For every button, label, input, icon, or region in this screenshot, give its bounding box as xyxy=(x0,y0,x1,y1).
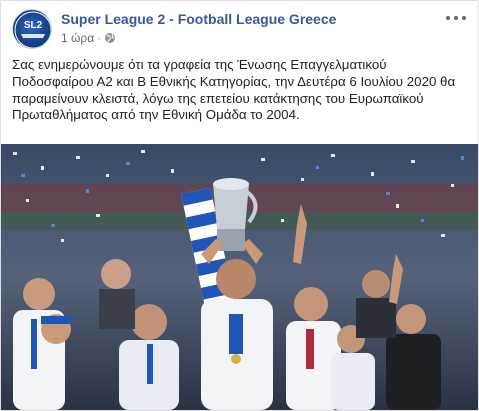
more-options-icon[interactable] xyxy=(446,11,466,25)
post-photo[interactable] xyxy=(1,144,478,410)
globe-icon[interactable] xyxy=(104,32,116,44)
post-header: SL2 Super League 2 - Football League Gre… xyxy=(12,9,468,53)
team-celebration-photo xyxy=(1,144,478,410)
page-name-link[interactable]: Super League 2 - Football League Greece xyxy=(61,11,336,27)
page-avatar[interactable]: SL2 xyxy=(12,9,52,49)
post-body-text: Σας ενημερώνουμε ότι τα γραφεία της Ένωσ… xyxy=(12,57,456,123)
post-card: SL2 Super League 2 - Football League Gre… xyxy=(0,0,479,411)
avatar-label: SL2 xyxy=(23,20,43,31)
meta-separator: · xyxy=(97,31,102,45)
post-timestamp[interactable]: 1 ώρα xyxy=(61,31,94,45)
post-meta: 1 ώρα · xyxy=(61,31,116,45)
